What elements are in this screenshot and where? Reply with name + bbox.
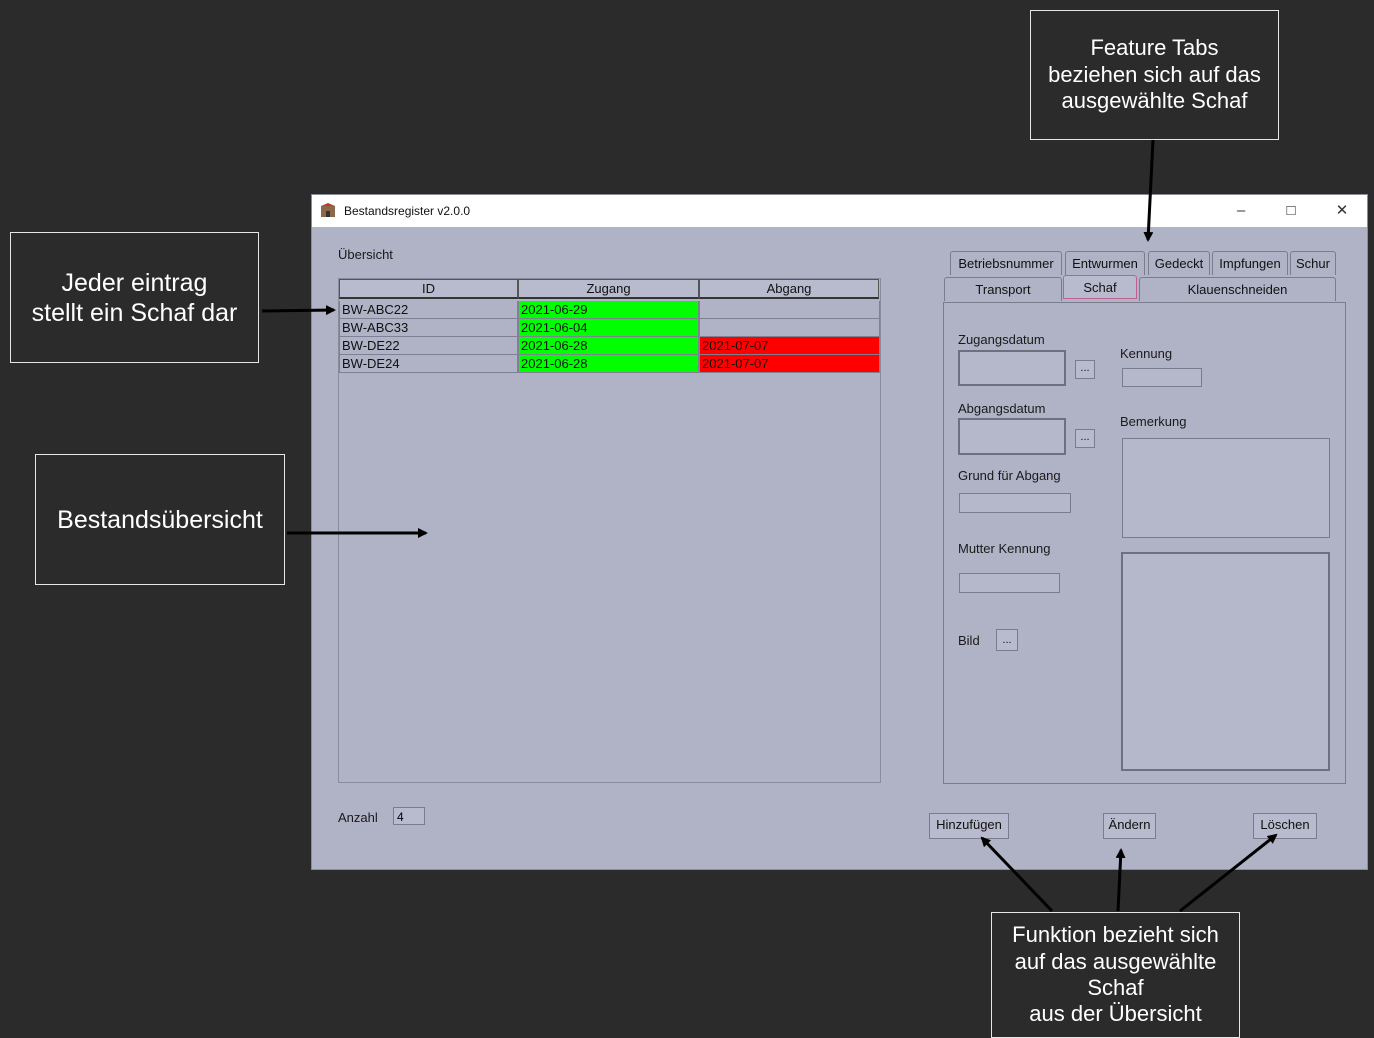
maximize-button[interactable]: □ [1271, 199, 1311, 223]
schaf-panel: Zugangsdatum ... Abgangsdatum ... Grund … [943, 302, 1346, 784]
column-header-abgang[interactable]: Abgang [699, 279, 879, 299]
add-button[interactable]: Hinzufügen [929, 813, 1009, 839]
count-field: 4 [393, 807, 425, 825]
tab-transport[interactable]: Transport [944, 277, 1062, 301]
zugangsdatum-label: Zugangsdatum [958, 332, 1045, 347]
bemerkung-field[interactable] [1122, 438, 1330, 538]
cell-id: BW-ABC22 [339, 301, 518, 319]
bemerkung-label: Bemerkung [1120, 414, 1187, 429]
table-row[interactable]: BW-DE22 2021-06-28 2021-07-07 [339, 337, 880, 355]
title-bar[interactable]: Bestandsregister v2.0.0 – □ ✕ [312, 195, 1367, 227]
close-button[interactable]: ✕ [1322, 199, 1362, 223]
overview-label: Übersicht [338, 247, 393, 262]
edit-button[interactable]: Ändern [1103, 813, 1156, 839]
tab-schur[interactable]: Schur [1290, 251, 1336, 275]
tab-klauenschneiden[interactable]: Klauenschneiden [1139, 277, 1336, 301]
overview-table[interactable]: ID Zugang Abgang BW-ABC22 2021-06-29 BW-… [338, 278, 881, 783]
callout-feature-tabs-text: Feature Tabs beziehen sich auf das ausge… [1048, 35, 1261, 114]
callout-feature-tabs: Feature Tabs beziehen sich auf das ausge… [1030, 10, 1279, 140]
bild-picker-button[interactable]: ... [996, 629, 1018, 651]
callout-overview: Bestandsübersicht [35, 454, 285, 585]
callout-entry-text: Jeder eintrag stellt ein Schaf dar [31, 268, 238, 327]
callout-function-text: Funktion bezieht sich auf das ausgewählt… [1012, 922, 1219, 1027]
zugangsdatum-field[interactable] [958, 350, 1066, 386]
cell-zugang: 2021-06-28 [518, 355, 699, 373]
callout-function: Funktion bezieht sich auf das ausgewählt… [991, 912, 1240, 1038]
mutter-kennung-field[interactable] [959, 573, 1060, 593]
tab-betriebsnummer[interactable]: Betriebsnummer [950, 251, 1062, 275]
grund-label: Grund für Abgang [958, 468, 1061, 483]
cell-abgang: 2021-07-07 [699, 355, 880, 373]
app-icon [321, 203, 335, 217]
tab-entwurmen[interactable]: Entwurmen [1065, 251, 1145, 275]
column-header-id[interactable]: ID [339, 279, 518, 299]
cell-abgang [699, 319, 880, 337]
cell-id: BW-DE22 [339, 337, 518, 355]
callout-overview-text: Bestandsübersicht [57, 505, 263, 534]
minimize-button[interactable]: – [1221, 199, 1261, 223]
zugangsdatum-picker-button[interactable]: ... [1075, 360, 1095, 379]
app-window: Bestandsregister v2.0.0 – □ ✕ Übersicht … [311, 194, 1368, 870]
kennung-label: Kennung [1120, 346, 1173, 361]
tab-gedeckt[interactable]: Gedeckt [1148, 251, 1210, 275]
cell-zugang: 2021-06-29 [518, 301, 699, 319]
table-header: ID Zugang Abgang [339, 279, 879, 299]
tab-schaf[interactable]: Schaf [1063, 275, 1137, 299]
mutter-kennung-label: Mutter Kennung [958, 541, 1051, 556]
table-row[interactable]: BW-ABC22 2021-06-29 [339, 301, 880, 319]
callout-entry: Jeder eintrag stellt ein Schaf dar [10, 232, 259, 363]
column-header-zugang[interactable]: Zugang [518, 279, 699, 299]
cell-zugang: 2021-06-04 [518, 319, 699, 337]
cell-id: BW-DE24 [339, 355, 518, 373]
abgangsdatum-field[interactable] [958, 418, 1066, 455]
window-title: Bestandsregister v2.0.0 [344, 204, 471, 218]
cell-zugang: 2021-06-28 [518, 337, 699, 355]
tab-impfungen[interactable]: Impfungen [1212, 251, 1288, 275]
count-label: Anzahl [338, 810, 378, 825]
abgangsdatum-picker-button[interactable]: ... [1075, 429, 1095, 448]
cell-id: BW-ABC33 [339, 319, 518, 337]
kennung-field[interactable] [1122, 368, 1202, 387]
image-preview [1121, 552, 1330, 771]
cell-abgang: 2021-07-07 [699, 337, 880, 355]
table-row[interactable]: BW-DE24 2021-06-28 2021-07-07 [339, 355, 880, 373]
grund-field[interactable] [959, 493, 1071, 513]
cell-abgang [699, 301, 880, 319]
delete-button[interactable]: Löschen [1253, 813, 1317, 839]
bild-label: Bild [958, 633, 980, 648]
abgangsdatum-label: Abgangsdatum [958, 401, 1046, 416]
table-row[interactable]: BW-ABC33 2021-06-04 [339, 319, 880, 337]
